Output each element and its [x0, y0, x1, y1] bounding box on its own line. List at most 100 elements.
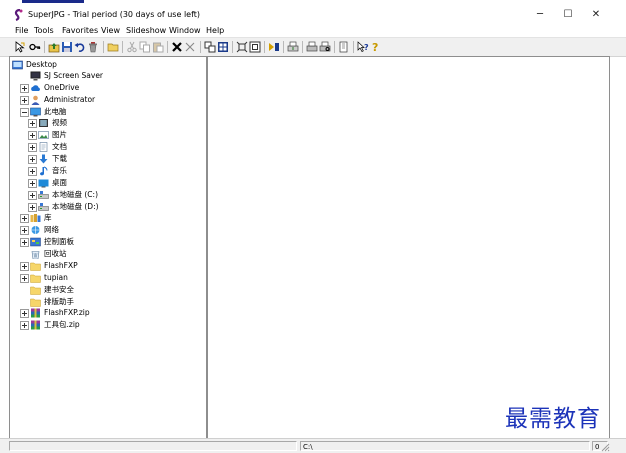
folder-tree[interactable]: Desktop SJ Screen Saver OneDrive Administra…: [9, 56, 207, 440]
image-viewer-panel[interactable]: [207, 56, 610, 440]
status-path: C:\: [300, 441, 590, 451]
pictures-icon: [38, 131, 49, 139]
tree-item-label: 工具包.zip: [44, 320, 80, 329]
library-icon: [30, 214, 41, 222]
toolbar-separator: [353, 41, 354, 53]
key-icon[interactable]: [29, 41, 41, 53]
expand-toggle[interactable]: [20, 274, 29, 283]
superjpg-logo-icon: [14, 9, 23, 21]
full-screen-icon[interactable]: [249, 41, 261, 53]
menu-slideshow[interactable]: Slideshow: [126, 25, 166, 36]
tree-item-label: OneDrive: [44, 83, 80, 92]
paste-icon[interactable]: [152, 41, 164, 53]
thumbnails-icon[interactable]: [204, 41, 216, 53]
expand-toggle[interactable]: [28, 143, 37, 152]
tree-item-label: 下载: [52, 154, 67, 163]
fit-window-icon[interactable]: [236, 41, 248, 53]
resize-grip-icon[interactable]: [601, 443, 610, 452]
expand-toggle[interactable]: [20, 96, 29, 105]
toolbar-separator: [44, 41, 45, 53]
folder-up-icon[interactable]: [48, 41, 60, 53]
menu-file[interactable]: File: [15, 25, 28, 36]
folder-icon: [30, 298, 41, 307]
control-panel-icon: [30, 237, 41, 247]
drive-icon: [38, 191, 49, 199]
tip-icon[interactable]: ?: [370, 41, 382, 53]
print-preview-icon[interactable]: [319, 41, 331, 53]
expand-toggle[interactable]: [28, 167, 37, 176]
tree-item-label: 音乐: [52, 166, 67, 175]
drive-icon: [38, 203, 49, 211]
folder-icon: [30, 262, 41, 271]
expand-toggle[interactable]: [28, 179, 37, 188]
expand-toggle[interactable]: [20, 309, 29, 318]
svg-text:?: ?: [372, 41, 378, 53]
menu-help[interactable]: Help: [206, 25, 224, 36]
tree-item-label: 网络: [44, 225, 59, 234]
help-icon[interactable]: [338, 41, 350, 53]
expand-toggle[interactable]: [28, 203, 37, 212]
svg-text:?: ?: [364, 43, 369, 52]
title-bar[interactable]: SuperJPG - Trial period (30 days of use …: [0, 6, 626, 24]
top-edge-mark: [22, 0, 84, 3]
cut-icon[interactable]: [126, 41, 138, 53]
save-icon[interactable]: [61, 41, 73, 53]
folder-icon: [30, 274, 41, 283]
toolbar-separator: [302, 41, 303, 53]
slideshow-icon[interactable]: [268, 41, 280, 53]
tree-item-label: 视频: [52, 118, 67, 127]
menu-view[interactable]: View: [101, 25, 120, 36]
recycle-icon[interactable]: [87, 41, 99, 53]
copy-icon[interactable]: [139, 41, 151, 53]
tree-item-label: Administrator: [44, 95, 96, 104]
recycle-bin-icon: [31, 251, 40, 259]
watermark: 最需教育: [505, 406, 601, 432]
tree-item-label: FlashFXP.zip: [44, 308, 90, 317]
expand-toggle[interactable]: [20, 262, 29, 271]
expand-toggle[interactable]: [20, 226, 29, 235]
tree-item-label: 文档: [52, 142, 67, 151]
expand-toggle[interactable]: [28, 119, 37, 128]
tree-item-label: 控制面板: [44, 237, 74, 246]
toolbar-separator: [167, 41, 168, 53]
video-icon: [39, 119, 48, 127]
print-icon[interactable]: [306, 41, 318, 53]
tree-item-label: 图片: [52, 130, 67, 139]
music-icon: [40, 166, 48, 176]
window-title: SuperJPG - Trial period (30 days of use …: [28, 10, 201, 19]
folder-icon: [30, 286, 41, 295]
grid-view-icon[interactable]: [217, 41, 229, 53]
minimize-button[interactable]: ─: [528, 8, 552, 22]
expand-toggle[interactable]: [20, 214, 29, 223]
open-folder-icon[interactable]: [107, 41, 119, 53]
expand-toggle[interactable]: [28, 191, 37, 200]
tree-item-label: 回收站: [44, 249, 67, 258]
menu-tools[interactable]: Tools: [34, 25, 54, 36]
computer-icon: [30, 107, 41, 117]
tree-item-label: tupian: [44, 273, 68, 282]
collapse-toggle[interactable]: [20, 108, 29, 117]
toolbar-separator: [283, 41, 284, 53]
menu-favorites[interactable]: Favorites: [62, 25, 98, 36]
archive-icon: [31, 320, 40, 330]
tree-item-label: FlashFXP: [44, 261, 78, 270]
toolbar: ? ?: [0, 37, 626, 57]
expand-toggle[interactable]: [20, 321, 29, 330]
print-setup-icon[interactable]: [287, 41, 299, 53]
context-help-icon[interactable]: ?: [357, 41, 369, 53]
expand-toggle[interactable]: [20, 84, 29, 93]
cursor-icon[interactable]: [14, 41, 26, 53]
undo-icon[interactable]: [74, 41, 86, 53]
expand-toggle[interactable]: [28, 131, 37, 140]
delete-icon[interactable]: [171, 41, 183, 53]
toolbar-separator: [232, 41, 233, 53]
desktop-icon: [12, 60, 23, 70]
expand-toggle[interactable]: [28, 155, 37, 164]
close-icon[interactable]: [184, 41, 196, 53]
tree-item-label: 本地磁盘 (C:): [52, 190, 98, 199]
maximize-button[interactable]: ☐: [556, 8, 580, 22]
close-window-button[interactable]: ✕: [584, 8, 608, 22]
menu-window[interactable]: Window: [169, 25, 201, 36]
expand-toggle[interactable]: [20, 238, 29, 247]
toolbar-separator: [264, 41, 265, 53]
